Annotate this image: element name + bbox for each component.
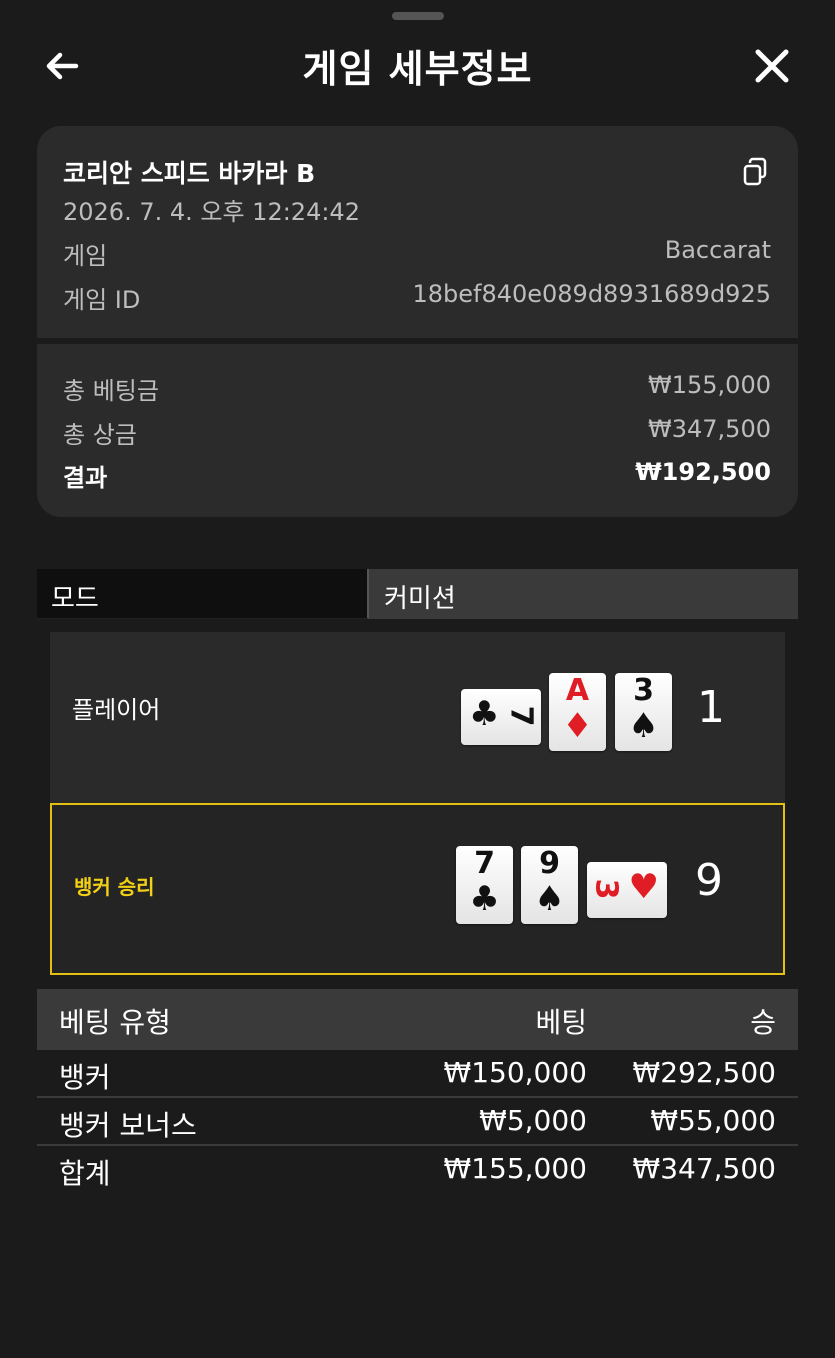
copy-button[interactable]	[739, 156, 771, 188]
mode-tabs: 모드 커미션	[37, 569, 798, 619]
total-bet-value: ₩155,000	[648, 371, 771, 399]
game-id-value[interactable]: 18bef840e089d8931689d925	[412, 280, 771, 308]
game-datetime: 2026. 7. 4. 오후 12:24:42	[63, 198, 360, 226]
total-payout-value: ₩347,500	[648, 415, 771, 443]
banker-card-3-rank: 3	[588, 878, 624, 900]
player-score: 1	[697, 682, 725, 733]
bet-table-header: 베팅 유형 베팅 승	[37, 989, 798, 1050]
tab-mode-label: 모드	[51, 584, 99, 614]
close-icon	[755, 49, 789, 83]
sheet-drag-handle[interactable]	[392, 12, 444, 20]
bet-win: ₩347,500	[632, 1152, 776, 1185]
banker-card-1-rank: 7	[474, 846, 495, 881]
bet-type-header: 베팅 유형	[59, 1006, 171, 1039]
tab-commission[interactable]: 커미션	[370, 569, 798, 619]
bet-win-header: 승	[750, 1006, 776, 1039]
player-card-2: A ♦	[549, 673, 606, 751]
player-card-1: 7 ♣	[461, 689, 541, 745]
player-hand: 플레이어 7 ♣ A ♦ 3 ♠ 1	[50, 632, 785, 802]
hand-result-panel: 플레이어 7 ♣ A ♦ 3 ♠ 1 뱅커 승리 7 ♣ 9 ♠ 3 ♥ 9	[50, 632, 785, 975]
bet-amount: ₩155,000	[443, 1152, 587, 1185]
bet-amount: ₩150,000	[443, 1056, 587, 1089]
club-icon: ♣	[469, 694, 500, 734]
result-value: ₩192,500	[635, 458, 771, 486]
summary-divider	[37, 338, 798, 344]
table-total-row: 합계 ₩155,000 ₩347,500	[37, 1146, 798, 1194]
bet-type: 합계	[59, 1157, 111, 1190]
diamond-icon: ♦	[562, 706, 593, 746]
spade-icon: ♠	[628, 706, 659, 746]
player-card-3: 3 ♠	[615, 673, 672, 751]
heart-icon: ♥	[628, 867, 659, 907]
banker-hand: 뱅커 승리 7 ♣ 9 ♠ 3 ♥ 9	[50, 803, 785, 975]
close-button[interactable]	[748, 42, 796, 90]
club-icon: ♣	[469, 879, 500, 919]
game-id-label: 게임 ID	[63, 286, 141, 314]
bet-type: 뱅커	[59, 1061, 111, 1094]
table-row: 뱅커 보너스 ₩5,000 ₩55,000	[37, 1098, 798, 1146]
banker-card-3: 3 ♥	[587, 862, 667, 918]
banker-score: 9	[695, 855, 723, 906]
bet-win: ₩55,000	[650, 1104, 776, 1137]
banker-card-1: 7 ♣	[456, 846, 513, 924]
bet-table: 베팅 유형 베팅 승 뱅커 ₩150,000 ₩292,500 뱅커 보너스 ₩…	[37, 989, 798, 1194]
bet-amount-header: 베팅	[535, 1006, 587, 1039]
result-label: 결과	[63, 464, 108, 492]
game-type-value: Baccarat	[664, 236, 771, 264]
spade-icon: ♠	[534, 879, 565, 919]
player-card-1-rank: 7	[503, 705, 539, 727]
game-type-label: 게임	[63, 242, 108, 270]
tab-commission-label: 커미션	[384, 584, 456, 614]
bet-amount: ₩5,000	[479, 1104, 587, 1137]
bet-type: 뱅커 보너스	[59, 1109, 197, 1142]
total-bet-label: 총 베팅금	[63, 377, 159, 405]
player-label: 플레이어	[72, 696, 161, 724]
banker-card-2-rank: 9	[539, 846, 560, 881]
table-row: 뱅커 ₩150,000 ₩292,500	[37, 1050, 798, 1098]
total-payout-label: 총 상금	[63, 421, 137, 449]
game-name: 코리안 스피드 바카라 B	[63, 159, 316, 188]
header: 게임 세부정보	[0, 28, 835, 102]
player-card-2-rank: A	[565, 673, 590, 708]
banker-win-label: 뱅커 승리	[74, 875, 155, 899]
page-title: 게임 세부정보	[302, 47, 533, 91]
copy-icon	[743, 157, 767, 186]
bet-win: ₩292,500	[632, 1056, 776, 1089]
player-card-3-rank: 3	[633, 673, 654, 708]
banker-card-2: 9 ♠	[521, 846, 578, 924]
tab-mode[interactable]: 모드	[37, 569, 369, 619]
game-summary-card: 코리안 스피드 바카라 B 2026. 7. 4. 오후 12:24:42 게임…	[37, 126, 798, 517]
